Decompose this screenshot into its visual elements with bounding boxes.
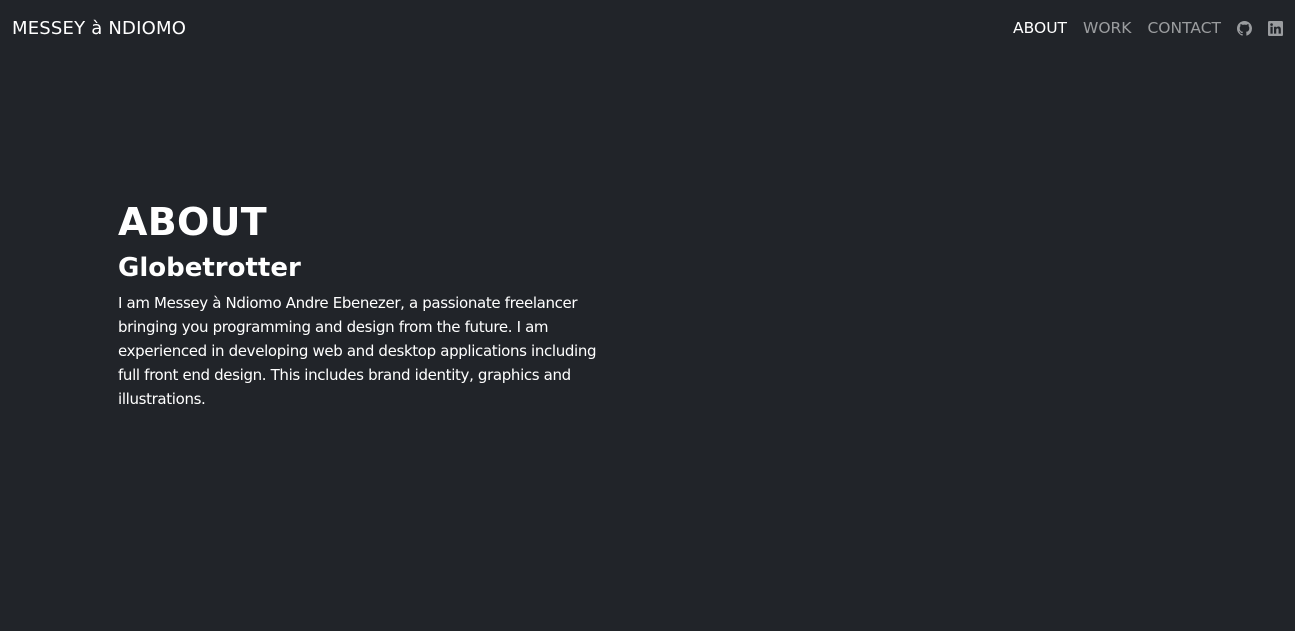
linkedin-icon-svg bbox=[1268, 20, 1283, 36]
page: MESSEY à NDIOMO ABOUT WORK CONTACT ABOUT bbox=[0, 0, 1295, 631]
about-section: ABOUT Globetrotter I am Messey à Ndiomo … bbox=[118, 198, 618, 411]
navbar: MESSEY à NDIOMO ABOUT WORK CONTACT bbox=[0, 0, 1295, 56]
linkedin-icon[interactable] bbox=[1268, 20, 1283, 36]
nav-links: ABOUT WORK CONTACT bbox=[1013, 19, 1283, 37]
about-title: ABOUT bbox=[118, 200, 267, 244]
about-description: I am Messey à Ndiomo Andre Ebenezer, a p… bbox=[118, 294, 597, 408]
about-subtitle: Globetrotter bbox=[118, 253, 301, 283]
github-icon-svg bbox=[1237, 20, 1252, 36]
github-icon[interactable] bbox=[1237, 20, 1252, 36]
nav-link-about[interactable]: ABOUT bbox=[1013, 19, 1067, 37]
brand-link[interactable]: MESSEY à NDIOMO bbox=[12, 18, 186, 39]
nav-link-work[interactable]: WORK bbox=[1083, 19, 1131, 37]
nav-link-contact[interactable]: CONTACT bbox=[1147, 19, 1221, 37]
